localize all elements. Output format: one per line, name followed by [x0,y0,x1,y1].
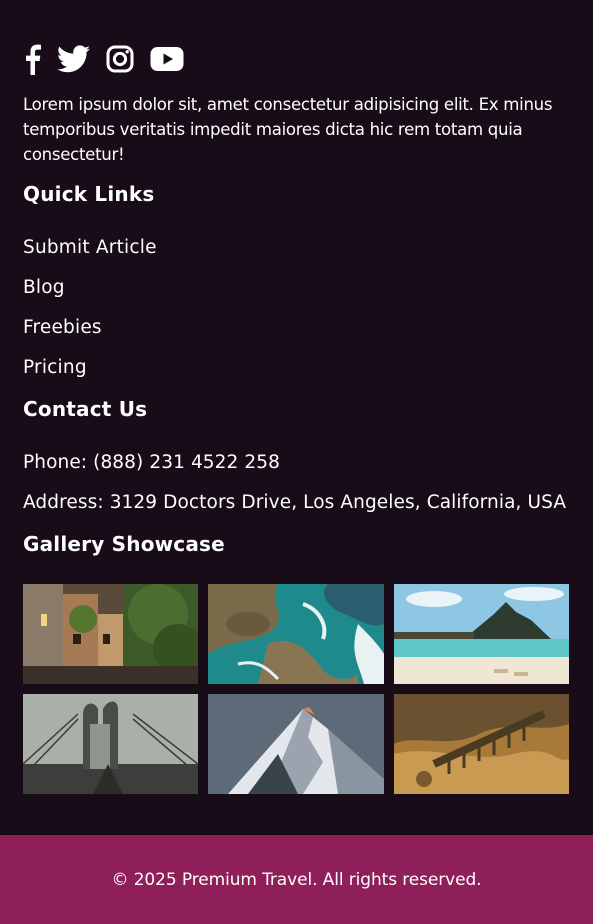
contact-heading: Contact Us [23,397,148,421]
twitter-link[interactable] [57,42,90,76]
quick-link-freebies[interactable]: Freebies [23,317,102,338]
copyright-text: © 2025 Premium Travel. All rights reserv… [111,869,482,890]
twitter-icon [57,45,90,73]
quick-link-pricing[interactable]: Pricing [23,357,87,378]
gallery-image-bridge[interactable] [23,694,198,794]
quick-link-item: Freebies [23,314,157,354]
quick-link-item: Submit Article [23,234,157,274]
quick-link-submit-article[interactable]: Submit Article [23,237,157,258]
gallery-image-street[interactable] [23,584,198,684]
gallery-grid [23,584,569,794]
gallery-image-aqueduct[interactable] [394,694,569,794]
quick-link-item: Blog [23,274,157,314]
gallery-image-coast-aerial[interactable] [208,584,384,684]
about-text: Lorem ipsum dolor sit, amet consectetur … [23,95,553,164]
copyright-bar: © 2025 Premium Travel. All rights reserv… [0,835,593,924]
instagram-icon [106,45,134,73]
gallery-image-snowy-mountain[interactable] [208,694,384,794]
quick-link-item: Pricing [23,354,157,394]
social-links [23,42,200,76]
facebook-link[interactable] [23,42,41,76]
quick-link-blog[interactable]: Blog [23,277,65,298]
facebook-icon [26,44,41,75]
footer-main: Lorem ipsum dolor sit, amet consectetur … [0,0,593,835]
contact-address: Address: 3129 Doctors Drive, Los Angeles… [23,492,567,513]
gallery-heading: Gallery Showcase [23,532,225,556]
youtube-icon [150,47,184,71]
quick-links-list: Submit Article Blog Freebies Pricing [23,234,157,394]
quick-links-heading: Quick Links [23,182,155,206]
contact-phone: Phone: (888) 231 4522 258 [23,452,281,473]
instagram-link[interactable] [106,42,134,76]
youtube-link[interactable] [150,42,184,76]
gallery-image-tropical-beach[interactable] [394,584,569,684]
